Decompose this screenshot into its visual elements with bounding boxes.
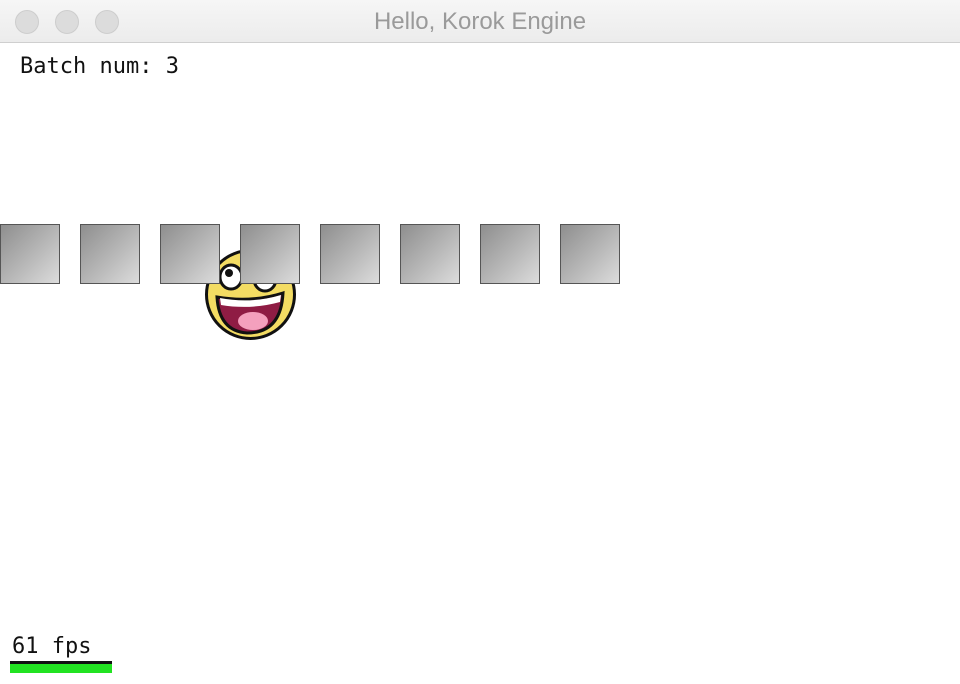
game-canvas[interactable]: Batch num: 3 61 fps xyxy=(0,44,960,684)
gray-square-sprite xyxy=(80,224,140,284)
batch-count-label: Batch num: 3 xyxy=(20,54,179,79)
sprite-row xyxy=(0,224,620,284)
gray-square-sprite xyxy=(160,224,220,284)
gray-square-sprite xyxy=(320,224,380,284)
gray-square-sprite xyxy=(400,224,460,284)
app-window: Hello, Korok Engine Batch num: 3 61 fps xyxy=(0,0,960,684)
fps-bar-fill xyxy=(10,664,112,673)
window-title: Hello, Korok Engine xyxy=(373,8,587,35)
fps-counter-label: 61 fps xyxy=(12,634,92,659)
gray-square-sprite xyxy=(480,224,540,284)
title-bar[interactable]: Hello, Korok Engine xyxy=(0,0,960,43)
gray-square-sprite xyxy=(0,224,60,284)
gray-square-sprite xyxy=(560,224,620,284)
fps-bar xyxy=(10,661,112,673)
tongue xyxy=(238,312,268,330)
gray-square-sprite xyxy=(240,224,300,284)
